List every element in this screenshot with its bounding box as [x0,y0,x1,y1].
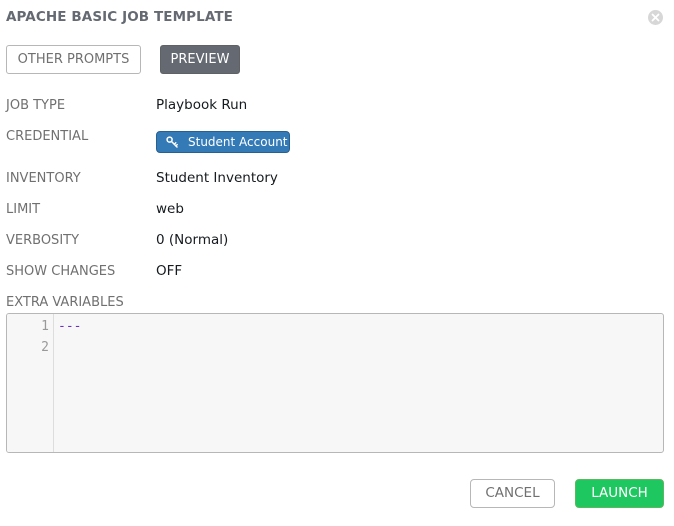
job-type-label: JOB TYPE [6,98,66,113]
line-number: 2 [41,340,49,355]
credential-tag-label: Student Account [188,135,288,149]
line-number: 1 [41,319,49,334]
limit-label: LIMIT [6,202,41,217]
credential-label: CREDENTIAL [6,129,89,144]
launch-button[interactable]: LAUNCH [575,479,664,508]
modal-title: APACHE BASIC JOB TEMPLATE [6,9,233,25]
code-line: --- [58,319,82,334]
preview-tab[interactable]: PREVIEW [160,45,240,74]
show-changes-value: OFF [156,263,183,279]
limit-value: web [156,201,184,217]
verbosity-value: 0 (Normal) [156,232,229,248]
inventory-label: INVENTORY [6,171,81,186]
cancel-button[interactable]: CANCEL [470,479,555,508]
credential-tag[interactable]: Student Account [156,131,290,153]
editor-gutter: 1 2 [7,314,54,452]
inventory-value: Student Inventory [156,170,278,186]
verbosity-label: VERBOSITY [6,233,80,248]
show-changes-label: SHOW CHANGES [6,264,116,279]
close-icon[interactable] [648,10,663,25]
extra-variables-label: EXTRA VARIABLES [6,295,124,310]
extra-variables-editor[interactable]: 1 2 --- [6,313,664,453]
job-type-value: Playbook Run [156,97,248,113]
key-icon [166,136,178,148]
other-prompts-tab[interactable]: OTHER PROMPTS [6,45,141,74]
